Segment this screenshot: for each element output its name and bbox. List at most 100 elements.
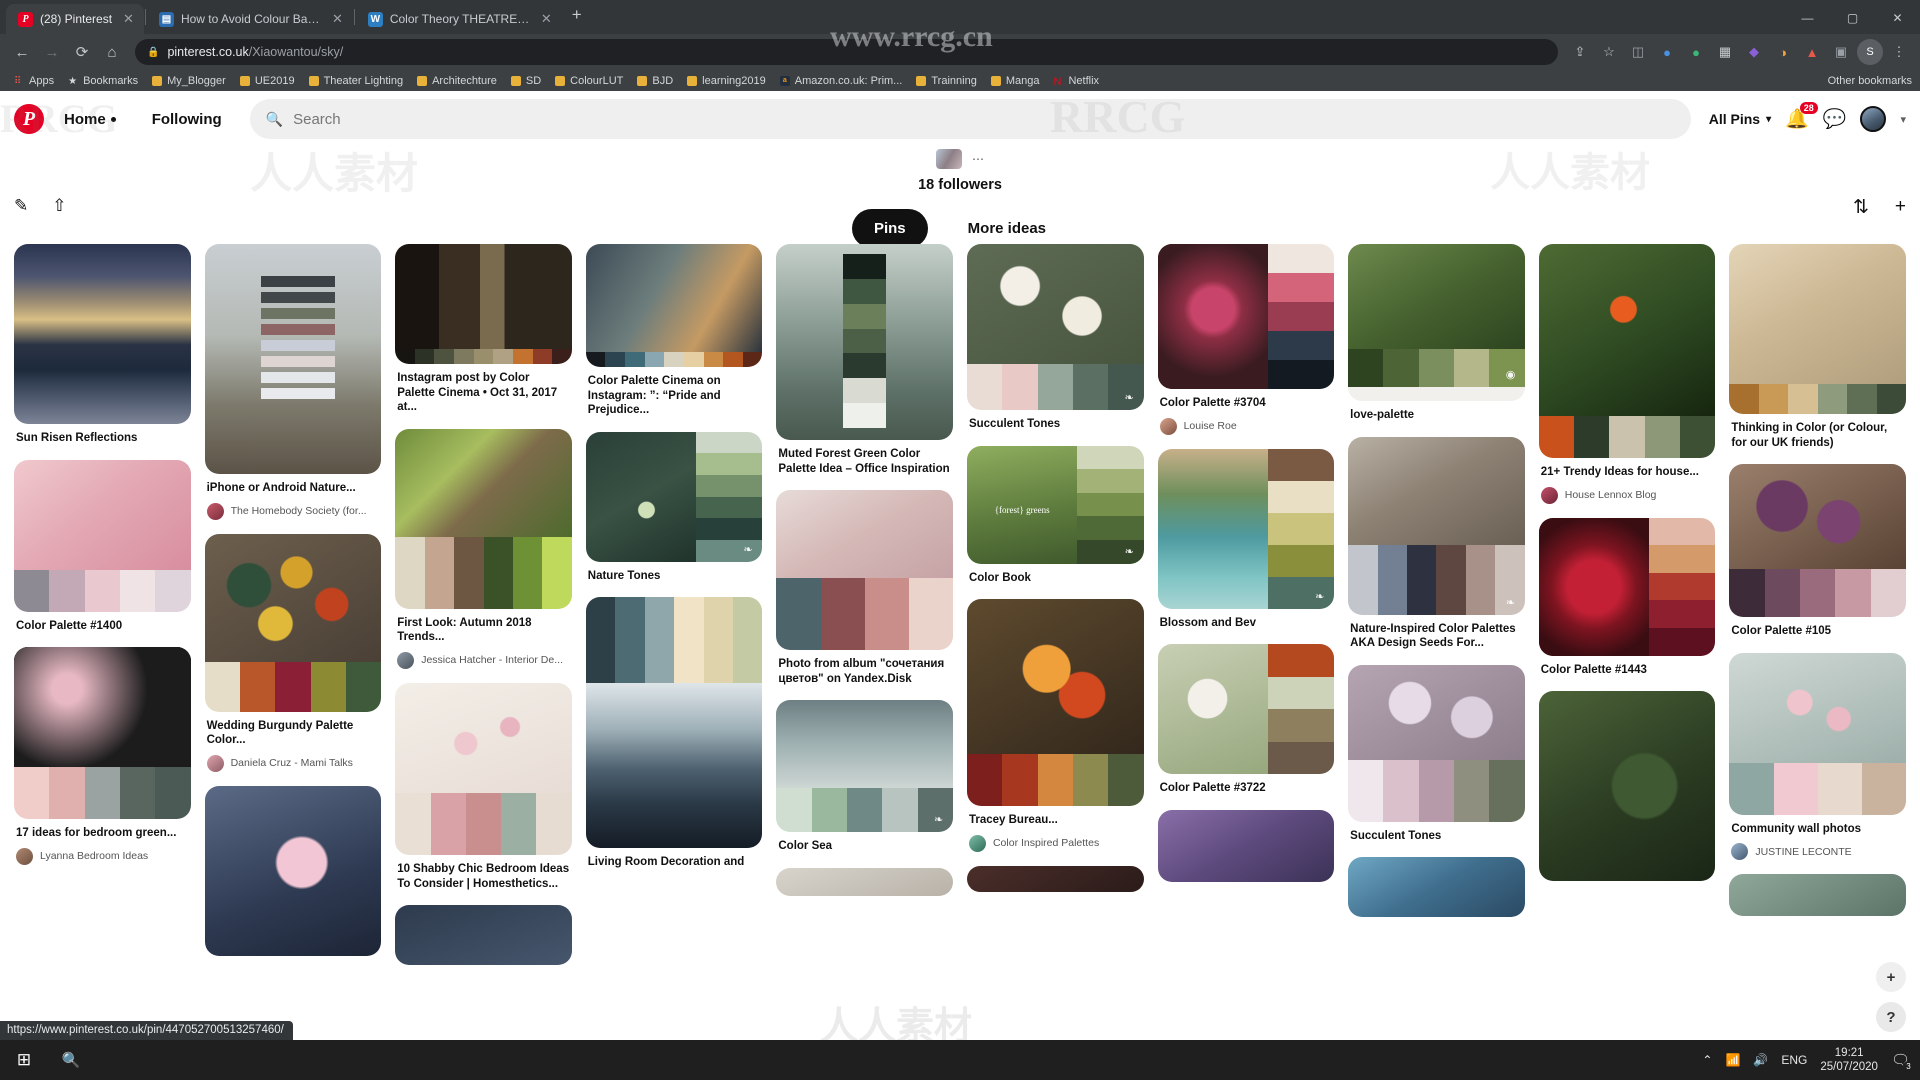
browser-tab-pinterest[interactable]: P (28) Pinterest ✕ — [6, 4, 144, 34]
pin-image[interactable]: ◉ — [1348, 244, 1525, 401]
pin-card[interactable] — [966, 865, 1144, 892]
pin-image[interactable] — [1729, 244, 1906, 414]
extension-grid-icon[interactable]: ▦ — [1712, 39, 1738, 65]
bookmark-my-blogger[interactable]: My_Blogger — [146, 73, 232, 89]
pin-card[interactable] — [1348, 857, 1525, 918]
language-indicator[interactable]: ENG — [1781, 1053, 1807, 1067]
pin-image[interactable] — [204, 785, 382, 956]
menu-icon[interactable]: ⋮ — [1886, 39, 1912, 65]
pin-image[interactable] — [1157, 809, 1335, 882]
new-tab-button[interactable]: + — [562, 5, 592, 29]
pin-card[interactable]: Instagram post by Color Palette Cinema •… — [395, 244, 572, 415]
pin-card[interactable]: Tracey Bureau... Color Inspired Palettes — [966, 599, 1144, 852]
pin-card[interactable]: Sun Risen Reflections — [14, 244, 191, 446]
pin-author[interactable]: Lyanna Bedroom Ideas — [14, 847, 191, 865]
pin-card[interactable]: Thinking in Color (or Colour, for our UK… — [1729, 244, 1906, 450]
nav-following[interactable]: Following — [136, 101, 238, 138]
bookmark-theater-lighting[interactable]: Theater Lighting — [303, 73, 410, 89]
pin-image[interactable] — [395, 905, 572, 966]
wifi-icon[interactable]: 📶 — [1725, 1053, 1740, 1067]
bookmark-ue2019[interactable]: UE2019 — [234, 73, 301, 89]
organize-icon[interactable]: ⇅ — [1853, 196, 1869, 219]
pin-image[interactable] — [1538, 517, 1716, 656]
pin-image[interactable] — [204, 533, 382, 712]
pin-image[interactable] — [966, 599, 1144, 807]
pin-image[interactable] — [14, 459, 191, 612]
pin-card[interactable] — [395, 905, 572, 966]
pin-image[interactable] — [966, 865, 1144, 892]
pin-image[interactable] — [776, 867, 953, 896]
pin-card[interactable] — [204, 785, 382, 956]
pin-card[interactable]: Color Palette #3722 — [1157, 644, 1335, 796]
browser-tab-color-theory[interactable]: W Color Theory THEATRE 476: ST ✕ — [356, 4, 562, 34]
help-fab[interactable]: ? — [1876, 1002, 1906, 1032]
collaborator-avatar[interactable] — [936, 149, 962, 169]
pin-card[interactable]: 21+ Trendy Ideas for house... House Lenn… — [1538, 244, 1716, 504]
close-window-icon[interactable]: ✕ — [1875, 2, 1920, 34]
pin-image[interactable]: ❧ — [1348, 436, 1525, 615]
close-icon[interactable]: ✕ — [123, 11, 134, 27]
pin-card[interactable]: ❧ Color Sea — [776, 700, 953, 854]
pin-image[interactable] — [776, 490, 953, 651]
pin-card[interactable]: ❧ Nature-Inspired Color Palettes AKA Des… — [1348, 436, 1525, 651]
extension-grey-icon[interactable]: ▣ — [1828, 39, 1854, 65]
reload-icon[interactable]: ⟳ — [68, 38, 96, 66]
share-board-icon[interactable]: ⇧ — [52, 196, 66, 216]
pin-card[interactable]: ❧ Blossom and Bev — [1157, 448, 1335, 631]
bookmark-learning2019[interactable]: learning2019 — [681, 73, 772, 89]
add-fab[interactable]: + — [1876, 962, 1906, 992]
pin-image[interactable] — [1157, 644, 1335, 775]
chevron-down-icon[interactable]: ▾ — [1900, 113, 1906, 126]
pin-card[interactable]: Succulent Tones — [1348, 664, 1525, 844]
action-center-icon[interactable]: 🗨 3 — [1891, 1051, 1914, 1072]
pin-card[interactable]: Color Palette #3704 Louise Roe — [1157, 244, 1335, 435]
clock[interactable]: 19:21 25/07/2020 — [1820, 1046, 1878, 1075]
pin-image[interactable] — [14, 244, 191, 424]
pin-card[interactable]: Photo from album "сочетания цветов" on Y… — [776, 490, 953, 686]
more-collaborators-icon[interactable]: ⋯ — [972, 152, 984, 166]
nav-home[interactable]: Home — [48, 101, 132, 138]
pin-image[interactable] — [1538, 691, 1716, 882]
pin-image[interactable] — [395, 682, 572, 855]
pin-card[interactable]: iPhone or Android Nature... The Homebody… — [204, 244, 382, 520]
pin-image[interactable] — [776, 244, 953, 440]
extension-green-icon[interactable]: ● — [1683, 39, 1709, 65]
all-pins-dropdown[interactable]: All Pins ▾ — [1709, 111, 1771, 127]
pin-card[interactable] — [776, 867, 953, 896]
pin-card[interactable]: Color Palette Cinema on Instagram: ”: “P… — [585, 244, 763, 418]
edit-board-icon[interactable]: ✎ — [14, 196, 28, 216]
chat-icon[interactable]: 💬 — [1823, 107, 1847, 131]
bookmark-amazon[interactable]: a Amazon.co.uk: Prim... — [774, 73, 909, 89]
taskbar-search-icon[interactable]: 🔍 — [48, 1040, 94, 1080]
volume-icon[interactable]: 🔊 — [1753, 1053, 1768, 1067]
chevron-up-icon[interactable]: ⌃ — [1702, 1053, 1712, 1067]
pin-image[interactable] — [585, 597, 763, 849]
share-icon[interactable]: ⇪ — [1567, 39, 1593, 65]
star-icon[interactable]: ☆ — [1596, 39, 1622, 65]
windows-start-icon[interactable]: ⊞ — [0, 1040, 48, 1080]
bookmark-bjd[interactable]: BJD — [631, 73, 679, 89]
profile-avatar-button[interactable]: S — [1857, 39, 1883, 65]
extension-blue-icon[interactable]: ● — [1654, 39, 1680, 65]
close-icon[interactable]: ✕ — [332, 11, 343, 27]
extension-purple-icon[interactable]: ◆ — [1741, 39, 1767, 65]
pin-card[interactable]: {forest} greens ❧ Color Book — [966, 445, 1144, 586]
pin-image[interactable]: {forest} greens ❧ — [966, 445, 1144, 564]
pin-card[interactable]: Wedding Burgundy Palette Color... Daniel… — [204, 533, 382, 772]
minimize-icon[interactable]: — — [1785, 2, 1830, 34]
pin-image[interactable] — [14, 647, 191, 820]
bookmark-trainning[interactable]: Trainning — [910, 73, 982, 89]
pin-author[interactable]: Daniela Cruz - Mami Talks — [205, 754, 382, 772]
address-bar[interactable]: 🔒 pinterest.co.uk/Xiaowantou/sky/ — [135, 39, 1558, 65]
pin-author[interactable]: The Homebody Society (for... — [205, 502, 382, 520]
pin-image[interactable] — [1348, 857, 1525, 918]
pin-image[interactable] — [395, 244, 572, 364]
home-icon[interactable]: ⌂ — [98, 38, 126, 66]
pin-author[interactable]: Color Inspired Palettes — [967, 834, 1144, 852]
forward-icon[interactable]: → — [38, 38, 66, 66]
extension-red-icon[interactable]: ▲ — [1799, 39, 1825, 65]
pin-card[interactable] — [1729, 874, 1906, 917]
pin-image[interactable] — [395, 428, 572, 609]
bell-icon[interactable]: 🔔 28 — [1785, 102, 1818, 131]
pin-card[interactable]: Community wall photos JUSTINE LECONTE — [1729, 652, 1906, 861]
